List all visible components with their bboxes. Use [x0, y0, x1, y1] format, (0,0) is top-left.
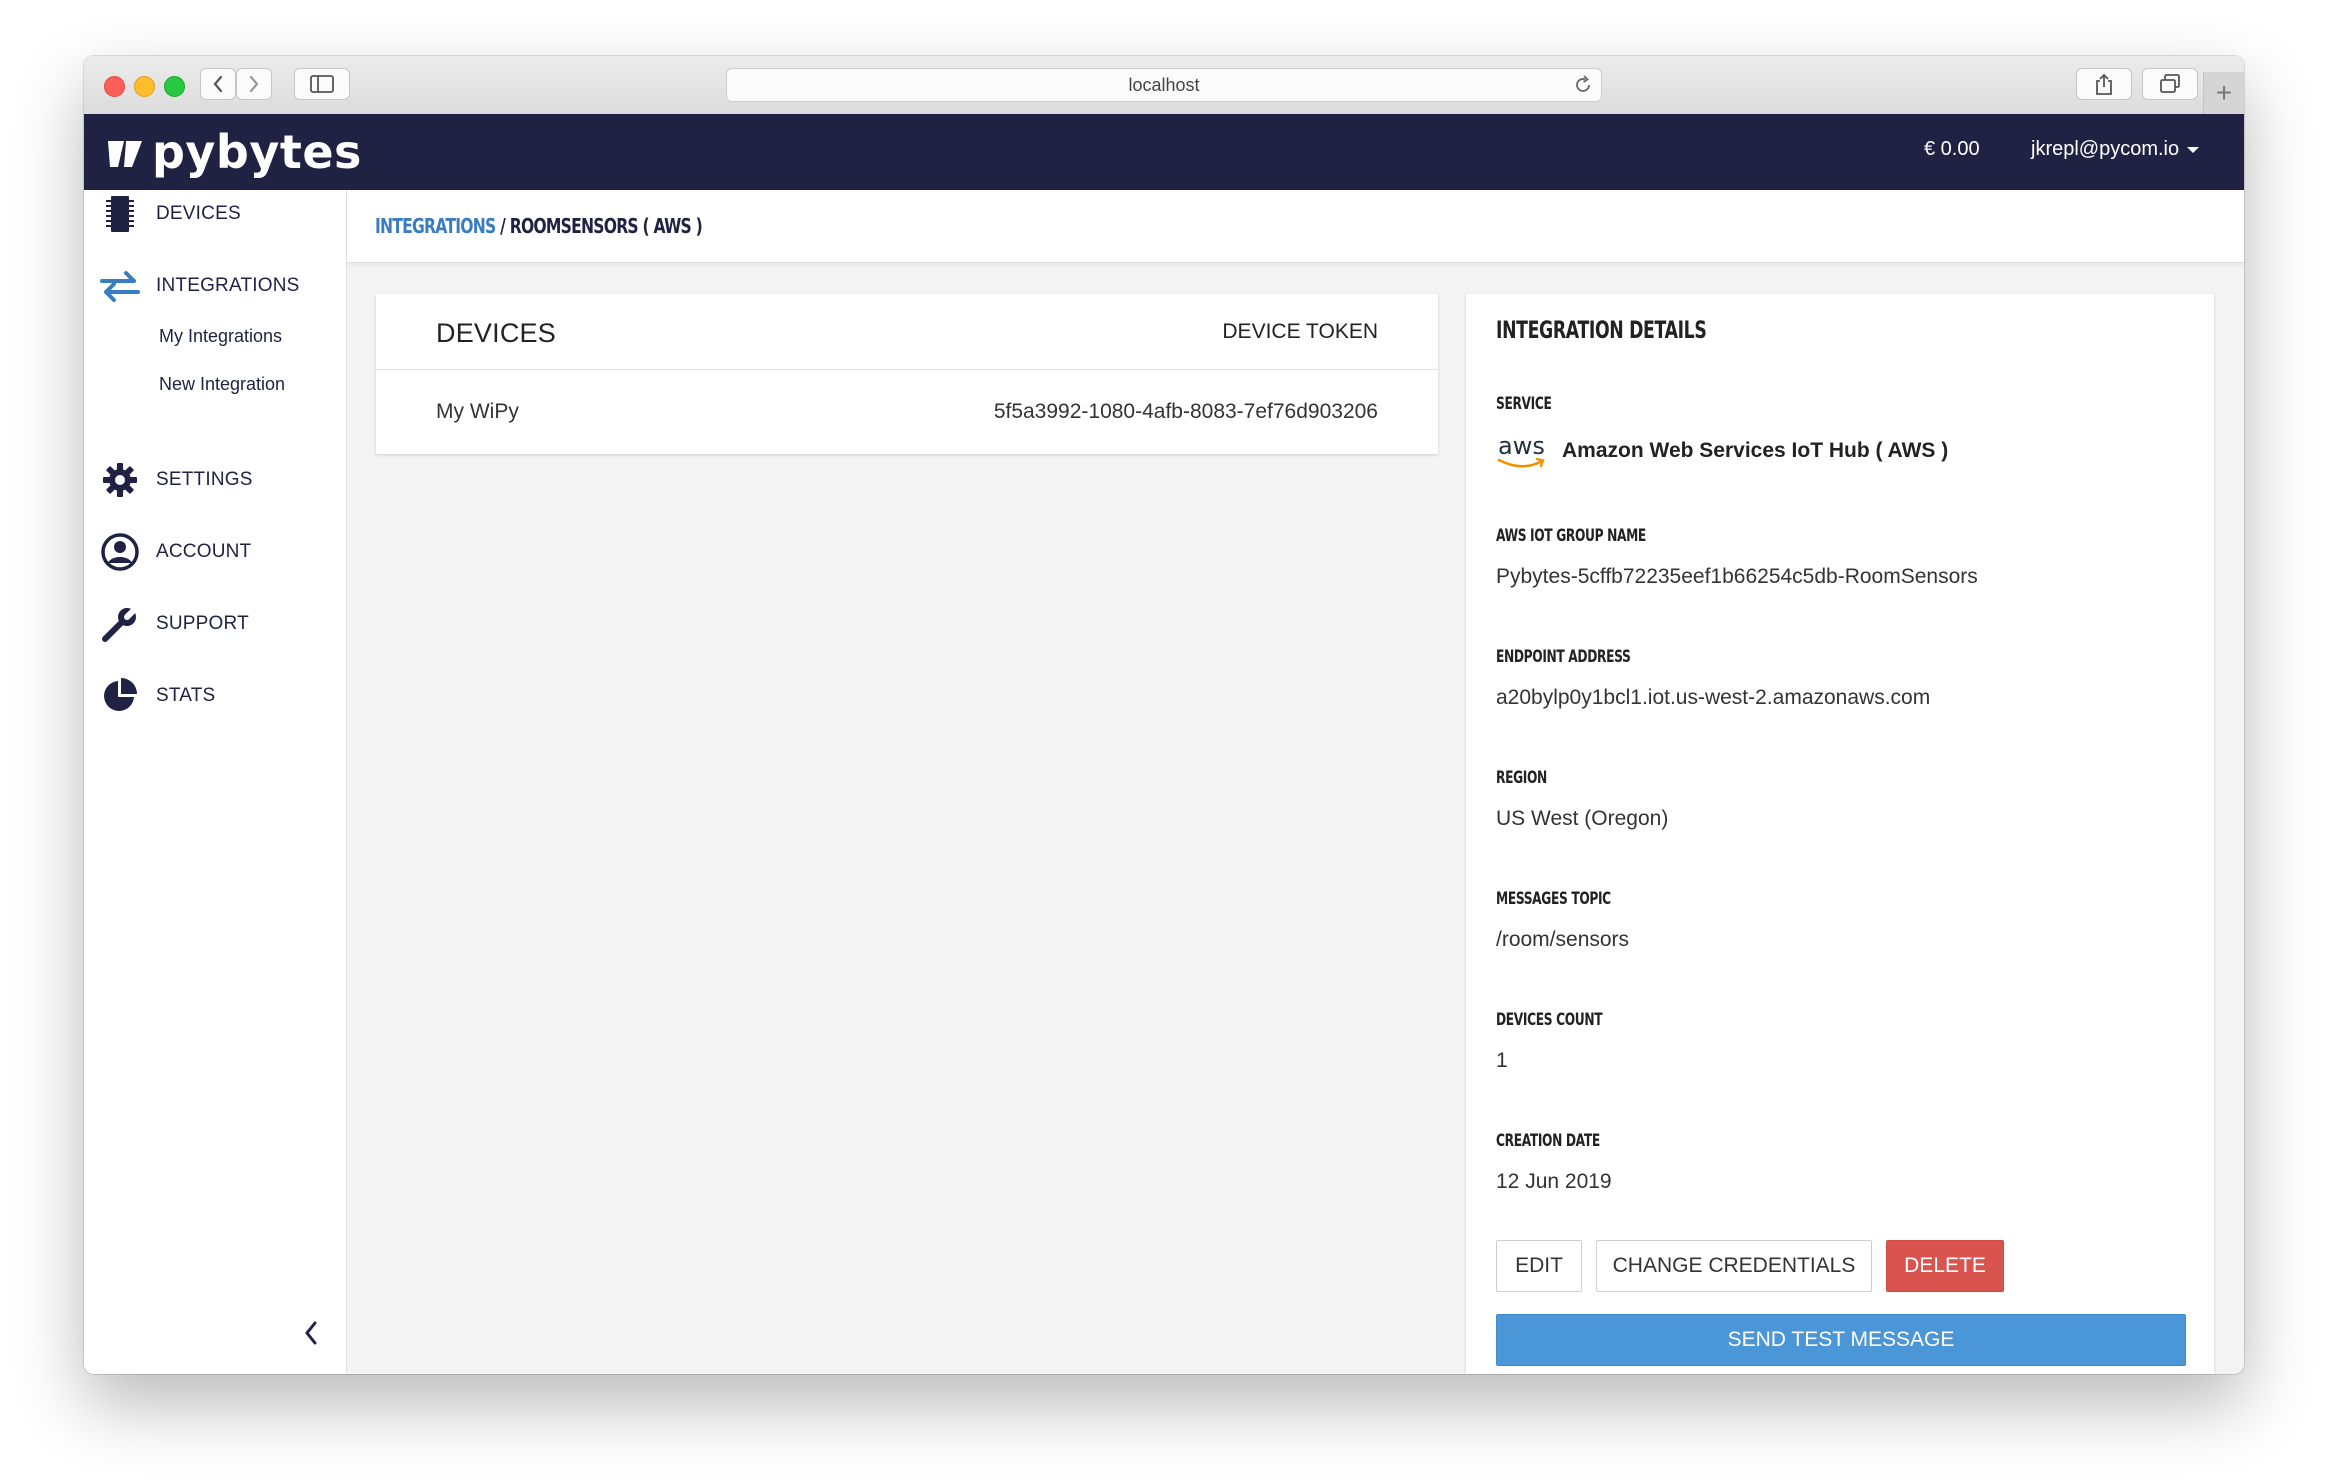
browser-toolbar: localhost +	[84, 56, 2244, 115]
devices-card-title: DEVICES	[436, 318, 556, 348]
plus-icon: +	[2215, 77, 2233, 108]
sidebar-item-label: ACCOUNT	[156, 541, 252, 562]
breadcrumb-bar: INTEGRATIONS / ROOMSENSORS ( AWS )	[347, 190, 2244, 263]
pybytes-mark-icon	[108, 141, 142, 167]
zoom-window-button[interactable]	[164, 76, 185, 97]
forward-button[interactable]	[236, 68, 272, 100]
aws-logo-icon: aws	[1496, 432, 1548, 470]
chevron-left-icon	[213, 75, 223, 93]
sidebar-icon	[310, 75, 334, 93]
user-circle-icon	[100, 532, 140, 572]
user-menu[interactable]: jkrepl@pycom.io	[2031, 138, 2200, 161]
pie-chart-icon	[100, 676, 140, 716]
minimize-window-button[interactable]	[134, 76, 155, 97]
change-credentials-button[interactable]: CHANGE CREDENTIALS	[1596, 1240, 1872, 1292]
close-window-button[interactable]	[104, 76, 125, 97]
reload-icon[interactable]	[1573, 75, 1593, 100]
table-row[interactable]: My WiPy 5f5a3992-1080-4afb-8083-7ef76d90…	[376, 370, 1438, 454]
edit-button[interactable]: EDIT	[1496, 1240, 1582, 1292]
new-tab-button[interactable]: +	[2203, 72, 2244, 114]
sidebar-item-label: SUPPORT	[156, 613, 249, 634]
sidebar: DEVICES INTEGRATIONS My Integrations New…	[84, 190, 347, 1374]
pybytes-logo[interactable]: pybytes	[106, 124, 362, 180]
field-value-group-name: Pybytes-5cffb72235eef1b66254c5db-RoomSen…	[1496, 565, 1978, 588]
sidebar-item-settings[interactable]: SETTINGS	[84, 458, 346, 502]
account-balance: € 0.00	[1924, 138, 1980, 160]
device-token: 5f5a3992-1080-4afb-8083-7ef76d903206	[993, 400, 1378, 423]
tabs-icon	[2160, 74, 2180, 93]
arrows-exchange-icon	[100, 266, 140, 306]
sidebar-toggle-button[interactable]	[294, 68, 350, 100]
browser-window: localhost + pybytes € 0.00 jkrepl@pycom.…	[84, 56, 2244, 1374]
field-value-messages-topic: /room/sensors	[1496, 928, 1630, 951]
chip-icon	[100, 194, 140, 234]
sidebar-item-integrations[interactable]: INTEGRATIONS	[84, 264, 346, 308]
field-label-messages-topic: MESSAGES TOPIC	[1496, 889, 1611, 909]
field-value-creation-date: 12 Jun 2019	[1496, 1170, 1612, 1193]
field-value-devices-count: 1	[1496, 1049, 1508, 1072]
column-header-device-token: DEVICE TOKEN	[1222, 320, 1378, 343]
field-label-region: REGION	[1496, 768, 1547, 788]
service-label: SERVICE	[1496, 394, 1552, 414]
share-icon	[2096, 73, 2112, 95]
device-name[interactable]: My WiPy	[436, 400, 519, 424]
user-email: jkrepl@pycom.io	[2031, 138, 2180, 160]
back-button[interactable]	[200, 68, 236, 100]
sidebar-item-label: STATS	[156, 685, 216, 706]
breadcrumb-link-integrations[interactable]: INTEGRATIONS	[375, 214, 496, 238]
wrench-icon	[100, 604, 140, 644]
field-value-region: US West (Oregon)	[1496, 807, 1669, 830]
address-bar[interactable]: localhost	[726, 68, 1602, 102]
chevron-left-icon	[305, 1321, 317, 1345]
field-label-group-name: AWS IOT GROUP NAME	[1496, 526, 1646, 546]
field-label-endpoint: ENDPOINT ADDRESS	[1496, 647, 1631, 667]
breadcrumb-current: ROOMSENSORS ( AWS )	[509, 214, 703, 238]
breadcrumb: INTEGRATIONS / ROOMSENSORS ( AWS )	[375, 214, 703, 238]
tabs-overview-button[interactable]	[2142, 68, 2198, 100]
sidebar-subitem-my-integrations[interactable]: My Integrations	[159, 326, 282, 347]
sidebar-item-support[interactable]: SUPPORT	[84, 602, 346, 646]
details-title: INTEGRATION DETAILS	[1496, 316, 1707, 344]
send-test-message-button[interactable]: SEND TEST MESSAGE	[1496, 1314, 2186, 1366]
field-label-devices-count: DEVICES COUNT	[1496, 1010, 1603, 1030]
logo-text: pybytes	[152, 125, 362, 179]
caret-down-icon	[2187, 146, 2200, 153]
table-header: DEVICES DEVICE TOKEN	[376, 294, 1438, 370]
field-label-creation-date: CREATION DATE	[1496, 1131, 1600, 1151]
delete-button[interactable]: DELETE	[1886, 1240, 2004, 1292]
sidebar-item-devices[interactable]: DEVICES	[84, 192, 346, 236]
share-button[interactable]	[2076, 68, 2132, 100]
sidebar-subitem-new-integration[interactable]: New Integration	[159, 374, 285, 395]
sidebar-item-stats[interactable]: STATS	[84, 674, 346, 718]
app-header: pybytes € 0.00 jkrepl@pycom.io	[84, 114, 2244, 190]
field-value-endpoint: a20bylp0y1bcl1.iot.us-west-2.amazonaws.c…	[1496, 686, 1931, 709]
chevron-right-icon	[249, 75, 259, 93]
sidebar-item-label: SETTINGS	[156, 469, 253, 490]
gear-icon	[100, 460, 140, 500]
service-name: Amazon Web Services IoT Hub ( AWS )	[1562, 439, 1949, 462]
url-text: localhost	[1128, 74, 1200, 95]
integration-details-panel: INTEGRATION DETAILS SERVICE aws Amazon W…	[1466, 294, 2214, 1374]
sidebar-item-account[interactable]: ACCOUNT	[84, 530, 346, 574]
service-info: aws Amazon Web Services IoT Hub ( AWS )	[1496, 432, 1948, 470]
collapse-sidebar-button[interactable]	[296, 1318, 326, 1348]
breadcrumb-separator: /	[495, 214, 510, 238]
devices-card: DEVICES DEVICE TOKEN My WiPy 5f5a3992-10…	[376, 294, 1438, 454]
sidebar-item-label: DEVICES	[156, 203, 241, 224]
sidebar-item-label: INTEGRATIONS	[156, 275, 300, 296]
